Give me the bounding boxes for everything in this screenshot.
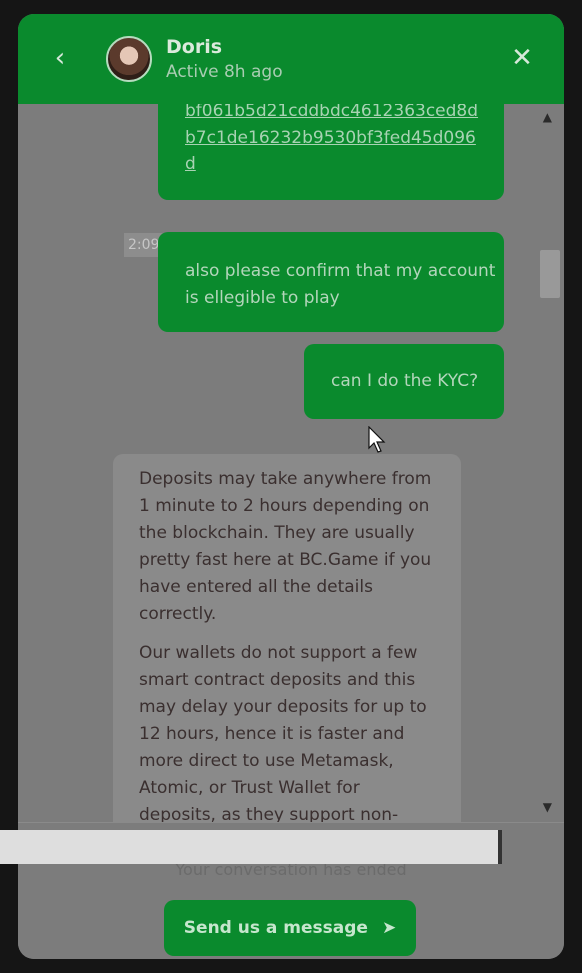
back-button[interactable]: ‹ bbox=[48, 44, 72, 72]
chat-header: ‹ Doris Active 8h ago ✕ bbox=[18, 14, 564, 104]
agent-name: Doris bbox=[166, 36, 223, 58]
send-message-label: Send us a message bbox=[183, 918, 368, 938]
send-arrow-icon: ➤ bbox=[381, 918, 397, 938]
avatar bbox=[106, 36, 152, 82]
message-kyc: can I do the KYC? bbox=[304, 344, 504, 419]
chevron-left-icon: ‹ bbox=[54, 43, 66, 73]
close-icon: ✕ bbox=[511, 43, 533, 73]
close-button[interactable]: ✕ bbox=[510, 44, 534, 72]
ended-banner-overlay bbox=[0, 830, 502, 864]
scroll-down-arrow-icon[interactable]: ▼ bbox=[543, 800, 552, 814]
chat-widget: ‹ Doris Active 8h ago ✕ bf061b5d21cddbdc… bbox=[18, 14, 564, 959]
agent-message-paragraph-2: Our wallets do not support a few smart c… bbox=[139, 643, 427, 822]
agent-message: Deposits may take anywhere from 1 minute… bbox=[113, 454, 461, 822]
transaction-link[interactable]: bf061b5d21cddbdc4612363ced8d b7c1de16232… bbox=[185, 104, 485, 178]
agent-status: Active 8h ago bbox=[166, 62, 283, 82]
scroll-up-arrow-icon[interactable]: ▲ bbox=[543, 110, 552, 124]
message-list[interactable]: bf061b5d21cddbdc4612363ced8d b7c1de16232… bbox=[18, 104, 564, 822]
message-link: bf061b5d21cddbdc4612363ced8d b7c1de16232… bbox=[158, 104, 504, 200]
mouse-cursor-icon bbox=[368, 426, 386, 453]
send-message-button[interactable]: Send us a message ➤ bbox=[164, 900, 416, 956]
agent-message-paragraph-1: Deposits may take anywhere from 1 minute… bbox=[139, 469, 432, 624]
scrollbar-thumb[interactable] bbox=[540, 250, 560, 298]
message-eligibility: also please confirm that my account is e… bbox=[158, 232, 504, 332]
